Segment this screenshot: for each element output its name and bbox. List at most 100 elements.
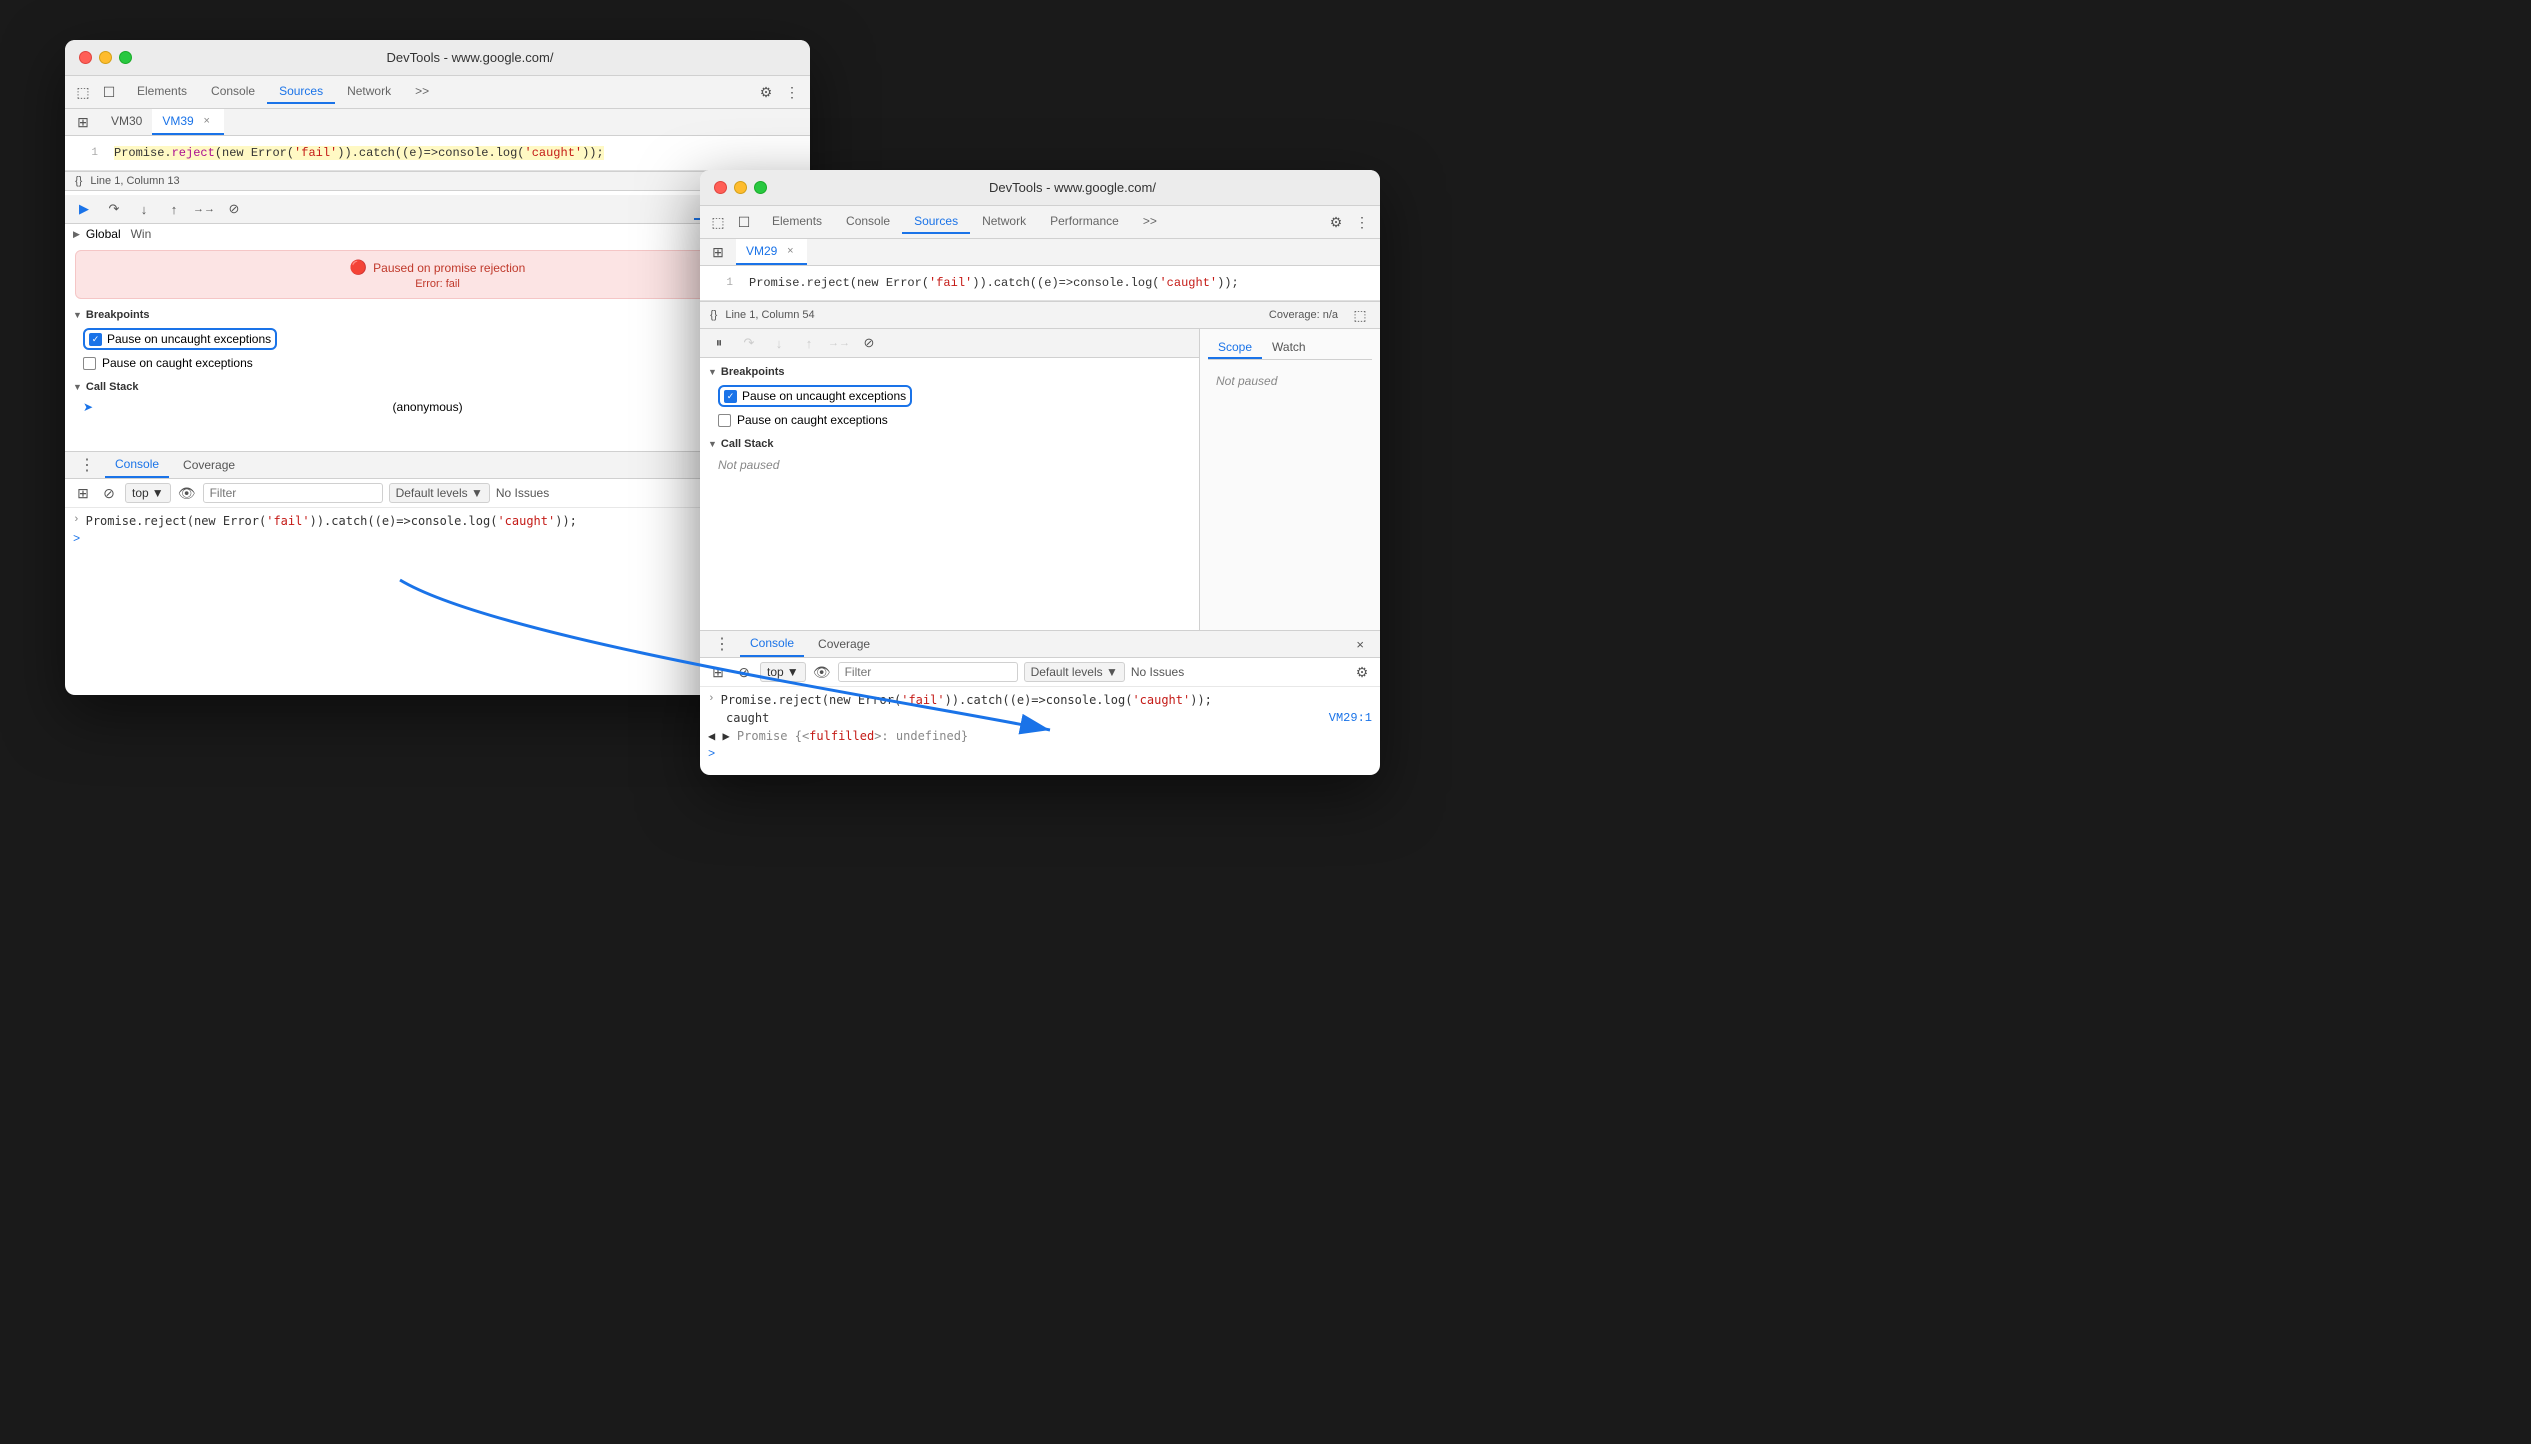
w2-caught-text: caught bbox=[726, 711, 769, 725]
sidebar-toggle-1[interactable]: ⊞ bbox=[73, 112, 93, 132]
eye-icon-1[interactable]: 👁 bbox=[177, 483, 197, 503]
devtools-window-1: DevTools - www.google.com/ ⬚ ☐ Elements … bbox=[65, 40, 810, 695]
breakpoints-header-2[interactable]: ▼ Breakpoints bbox=[700, 362, 1199, 382]
tab-sources-1[interactable]: Sources bbox=[267, 80, 335, 104]
top-label-1: top bbox=[132, 486, 149, 500]
console-text-1: Promise.reject(new Error('fail')).catch(… bbox=[86, 514, 577, 528]
console-dots-1[interactable]: ⋮ bbox=[73, 455, 101, 475]
bp2-checkbox-1[interactable] bbox=[83, 357, 96, 370]
tab-console-1[interactable]: Console bbox=[199, 80, 267, 104]
resume-btn-2[interactable]: ↷ bbox=[738, 332, 760, 354]
file-tab-vm29-label: VM29 bbox=[746, 244, 777, 258]
console-clear-icon-1[interactable]: ⊘ bbox=[99, 483, 119, 503]
settings-icon-2[interactable]: ⚙ bbox=[1326, 212, 1346, 232]
minimize-button-2[interactable] bbox=[734, 181, 747, 194]
sidebar-toggle-2[interactable]: ⊞ bbox=[708, 242, 728, 262]
traffic-lights-1 bbox=[79, 51, 132, 64]
coverage-tab-1[interactable]: Coverage bbox=[173, 453, 245, 477]
tab-performance-2[interactable]: Performance bbox=[1038, 210, 1131, 234]
cs-name-1: (anonymous) bbox=[393, 400, 463, 414]
console-sidebar-icon-2[interactable]: ⊞ bbox=[708, 662, 728, 682]
tab-more-2[interactable]: >> bbox=[1131, 210, 1169, 234]
console-clear-icon-2[interactable]: ⊘ bbox=[734, 662, 754, 682]
eye-icon-2[interactable]: 👁 bbox=[812, 662, 832, 682]
code-content-2: Promise.reject(new Error('fail')).catch(… bbox=[749, 276, 1239, 290]
file-tab-vm39-close[interactable]: × bbox=[200, 114, 214, 128]
inspector-icon-2[interactable]: ⬚ bbox=[708, 212, 728, 232]
file-tab-vm39-label: VM39 bbox=[162, 114, 193, 128]
console-sidebar-icon-1[interactable]: ⊞ bbox=[73, 483, 93, 503]
console-dots-2[interactable]: ⋮ bbox=[708, 634, 736, 654]
line-number-1: 1 bbox=[73, 147, 98, 159]
bp-item-w2-1: Pause on uncaught exceptions bbox=[700, 382, 1199, 410]
step-over-btn-1[interactable]: ↷ bbox=[103, 198, 125, 220]
more-icon-1[interactable]: ⋮ bbox=[782, 82, 802, 102]
bp1-checkbox-1[interactable] bbox=[89, 333, 102, 346]
status-position-1: Line 1, Column 13 bbox=[90, 175, 179, 187]
step-btn-1[interactable]: →→ bbox=[193, 198, 215, 220]
console-tab-2[interactable]: Console bbox=[740, 631, 804, 657]
breakpoints-header-1[interactable]: ▼ Breakpoints bbox=[65, 305, 810, 325]
tab-sources-2[interactable]: Sources bbox=[902, 210, 970, 234]
maximize-button-2[interactable] bbox=[754, 181, 767, 194]
inspector-icon[interactable]: ⬚ bbox=[73, 82, 93, 102]
expand-icon-2[interactable]: ⬚ bbox=[1350, 305, 1370, 325]
settings-icon-1[interactable]: ⚙ bbox=[756, 82, 776, 102]
bp1-checkbox-2[interactable] bbox=[724, 390, 737, 403]
watch-tab-2[interactable]: Watch bbox=[1262, 337, 1316, 359]
coverage-tab-2[interactable]: Coverage bbox=[808, 632, 880, 656]
tab-network-2[interactable]: Network bbox=[970, 210, 1038, 234]
close-button-1[interactable] bbox=[79, 51, 92, 64]
console-settings-2[interactable]: ⚙ bbox=[1352, 662, 1372, 682]
format-icon-1[interactable]: {} bbox=[75, 175, 82, 187]
close-button-2[interactable] bbox=[714, 181, 727, 194]
no-issues-2: No Issues bbox=[1131, 665, 1184, 679]
tab-network-1[interactable]: Network bbox=[335, 80, 403, 104]
close-console-btn-2[interactable]: × bbox=[1348, 633, 1372, 656]
code-area-1: 1 Promise.reject(new Error('fail')).catc… bbox=[65, 136, 810, 171]
step-out-btn-1[interactable]: ↑ bbox=[163, 198, 185, 220]
file-tab-vm30[interactable]: VM30 bbox=[101, 109, 152, 135]
maximize-button-1[interactable] bbox=[119, 51, 132, 64]
bp-triangle-2: ▼ bbox=[708, 367, 717, 377]
file-tab-vm29[interactable]: VM29 × bbox=[736, 239, 807, 265]
file-tab-vm29-close[interactable]: × bbox=[783, 244, 797, 258]
device-icon-2[interactable]: ☐ bbox=[734, 212, 754, 232]
resume-btn-1[interactable]: ▶ bbox=[73, 198, 95, 220]
more-icon-2[interactable]: ⋮ bbox=[1352, 212, 1372, 232]
vm-ref-link[interactable]: VM29:1 bbox=[1329, 711, 1372, 725]
minimize-button-1[interactable] bbox=[99, 51, 112, 64]
call-stack-header-1[interactable]: ▼ Call Stack bbox=[65, 377, 810, 397]
console-toolbar-2: ⊞ ⊘ top ▼ 👁 Default levels ▼ No Issues ⚙ bbox=[700, 658, 1380, 687]
tab-more-1[interactable]: >> bbox=[403, 80, 441, 104]
call-stack-header-2[interactable]: ▼ Call Stack bbox=[700, 434, 1199, 454]
step-btn-2[interactable]: →→ bbox=[828, 332, 850, 354]
scope-tabs-bar-2: Scope Watch bbox=[1208, 337, 1372, 360]
bp2-checkbox-2[interactable] bbox=[718, 414, 731, 427]
format-icon-2[interactable]: {} bbox=[710, 309, 717, 321]
scope-tab-2[interactable]: Scope bbox=[1208, 337, 1262, 359]
deactivate-btn-1[interactable]: ⊘ bbox=[223, 198, 245, 220]
step-out-btn-2[interactable]: ↑ bbox=[798, 332, 820, 354]
pause-btn-2[interactable]: ⏸ bbox=[708, 332, 730, 354]
tab-console-2[interactable]: Console bbox=[834, 210, 902, 234]
w2-layout: ⬚ ☐ Elements Console Sources Network Per… bbox=[700, 206, 1380, 767]
titlebar-1: DevTools - www.google.com/ bbox=[65, 40, 810, 76]
levels-btn-2[interactable]: Default levels ▼ bbox=[1024, 662, 1125, 682]
device-icon[interactable]: ☐ bbox=[99, 82, 119, 102]
console-filter-2[interactable] bbox=[838, 662, 1018, 682]
console-tab-1[interactable]: Console bbox=[105, 452, 169, 478]
console-filter-1[interactable] bbox=[203, 483, 383, 503]
scope-global-1[interactable]: ▶ Global Win bbox=[65, 224, 810, 244]
levels-btn-1[interactable]: Default levels ▼ bbox=[389, 483, 490, 503]
step-into-btn-1[interactable]: ↓ bbox=[133, 198, 155, 220]
traffic-lights-2 bbox=[714, 181, 767, 194]
top-selector-2[interactable]: top ▼ bbox=[760, 662, 806, 682]
code-area-2: 1 Promise.reject(new Error('fail')).catc… bbox=[700, 266, 1380, 301]
tab-elements-1[interactable]: Elements bbox=[125, 80, 199, 104]
top-selector-1[interactable]: top ▼ bbox=[125, 483, 171, 503]
step-into-btn-2[interactable]: ↓ bbox=[768, 332, 790, 354]
file-tab-vm39[interactable]: VM39 × bbox=[152, 109, 223, 135]
tab-elements-2[interactable]: Elements bbox=[760, 210, 834, 234]
deactivate-btn-2[interactable]: ⊘ bbox=[858, 332, 880, 354]
